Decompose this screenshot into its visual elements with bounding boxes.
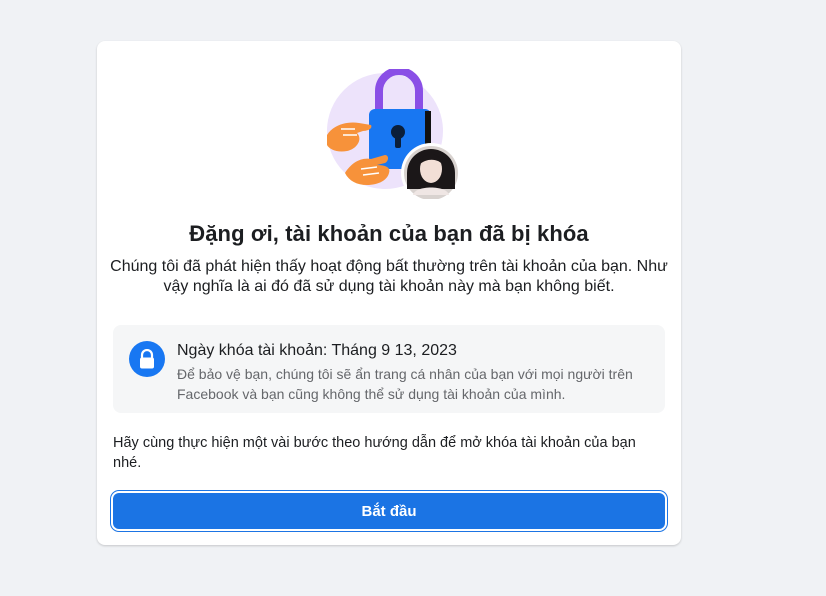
lock-icon <box>129 341 165 377</box>
start-button[interactable]: Bắt đầu <box>113 493 665 529</box>
locked-account-card: Đặng ơi, tài khoản của bạn đã bị khóa Ch… <box>97 41 681 545</box>
page-title: Đặng ơi, tài khoản của bạn đã bị khóa <box>189 221 589 246</box>
lock-description: Chúng tôi đã phát hiện thấy hoạt động bấ… <box>110 258 668 295</box>
lock-info-box: Ngày khóa tài khoản: Tháng 9 13, 2023 Để… <box>113 325 665 413</box>
lock-info-description: Để bảo vệ bạn, chúng tôi sẽ ẩn trang cá … <box>177 366 633 402</box>
unlock-steps-text: Hãy cùng thực hiện một vài bước theo hướ… <box>113 435 636 471</box>
lock-date-title: Ngày khóa tài khoản: Tháng 9 13, 2023 <box>177 342 457 359</box>
locked-account-illustration <box>327 69 467 199</box>
